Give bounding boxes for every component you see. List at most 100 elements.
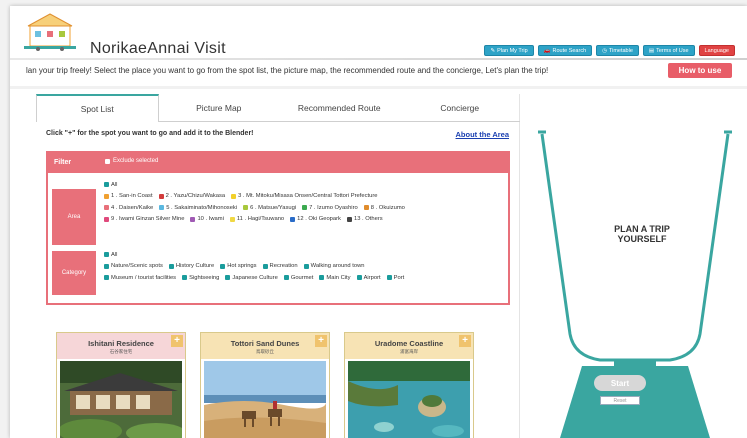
card-title: Ishitani Residence xyxy=(88,339,154,348)
category-option-label: Hot springs xyxy=(227,263,257,270)
area-option[interactable]: 5 . Sakaiminato/Mihonoseki xyxy=(159,205,237,211)
checkbox-icon xyxy=(104,205,109,211)
category-option[interactable]: Nature/Scenic spots xyxy=(104,263,163,269)
checkbox-icon xyxy=(104,252,109,258)
checkbox-icon xyxy=(363,205,369,211)
area-option[interactable]: 10 . Iwami xyxy=(190,216,224,222)
area-row: 4 . Daisen/Kaike 5 . Sakaiminato/Mihonose… xyxy=(104,202,405,214)
area-option[interactable]: 12 . Oki Geopark xyxy=(290,216,341,222)
area-option-label: 1 . San-in Coast xyxy=(111,193,153,200)
area-option[interactable]: 2 . Yazu/Chizu/Wakasa xyxy=(158,193,225,199)
checkbox-icon xyxy=(104,193,109,199)
spot-card-uradome[interactable]: Uradome Coastline 浦富海岸 + xyxy=(344,332,474,438)
category-option[interactable]: Airport xyxy=(356,275,381,281)
category-option[interactable]: Recreation xyxy=(262,263,298,270)
add-spot-button[interactable]: + xyxy=(315,335,327,347)
area-option[interactable]: 4 . Daisen/Kaike xyxy=(104,205,153,211)
trip-blender: PLAN A TRIP YOURSELF Start Reset xyxy=(522,94,747,438)
timetable-button[interactable]: ◷ Timetable xyxy=(596,45,639,56)
category-option-label: Recreation xyxy=(269,263,298,270)
card-title: Tottori Sand Dunes xyxy=(230,339,300,348)
tab-recommended-route[interactable]: Recommended Route xyxy=(279,94,400,121)
category-option[interactable]: All xyxy=(104,252,117,258)
category-option[interactable]: Walking around town xyxy=(303,263,365,270)
area-option-label: 8 . Okuizumo xyxy=(370,204,405,211)
clock-icon: ◷ xyxy=(602,47,607,54)
area-option[interactable]: 9 . Iwami Ginzan Silver Mine xyxy=(104,216,184,222)
screen-frame: NorikaeAnnai Visit ✎ Plan My Trip 🚗 Rout… xyxy=(0,0,747,438)
header-divider xyxy=(10,58,747,60)
about-the-area-link[interactable]: About the Area xyxy=(456,130,509,139)
page: NorikaeAnnai Visit ✎ Plan My Trip 🚗 Rout… xyxy=(10,6,747,438)
car-icon: 🚗 xyxy=(543,47,551,54)
start-button[interactable]: Start xyxy=(594,375,646,391)
checkbox-icon xyxy=(168,263,174,269)
category-option[interactable]: Museum / tourist facilities xyxy=(104,275,176,281)
add-spot-button[interactable]: + xyxy=(171,335,183,347)
checkbox-icon xyxy=(231,193,237,199)
language-button[interactable]: Language xyxy=(698,45,735,56)
area-option-label: 7 . Izumo Oyashiro xyxy=(309,204,358,211)
japanese-house-image xyxy=(60,361,182,438)
area-option[interactable]: 7 . Izumo Oyashiro xyxy=(302,205,358,211)
checkbox-icon xyxy=(190,216,196,222)
category-option[interactable]: Main City xyxy=(319,275,351,281)
category-option-label: Japanese Culture xyxy=(232,274,278,281)
card-header: Ishitani Residence 石谷家住宅 xyxy=(57,333,185,359)
area-row: 1 . San-in Coast 2 . Yazu/Chizu/Wakasa 3 .… xyxy=(104,191,405,203)
area-option[interactable]: 1 . San-in Coast xyxy=(104,193,153,199)
area-option[interactable]: 13 . Others xyxy=(346,216,383,222)
category-option[interactable]: History Culture xyxy=(168,263,214,269)
area-option-label: 4 . Daisen/Kaike xyxy=(111,204,154,211)
card-subtitle: 石谷家住宅 xyxy=(109,349,133,354)
category-option-label: All xyxy=(111,251,118,258)
category-option[interactable]: Port xyxy=(386,275,404,281)
tab-concierge[interactable]: Concierge xyxy=(400,94,521,121)
area-option[interactable]: 6 . Matsue/Yasugi xyxy=(243,205,296,211)
spot-card-tottori-dunes[interactable]: Tottori Sand Dunes 鳥取砂丘 + xyxy=(200,332,330,438)
area-option-label: 11 . Hagi/Tsuwano xyxy=(236,216,285,223)
plan-my-trip-button[interactable]: ✎ Plan My Trip xyxy=(484,45,534,56)
category-row: Museum / tourist facilities Sightseeing Ja… xyxy=(104,272,404,284)
reset-button[interactable]: Reset xyxy=(600,396,640,405)
route-search-button[interactable]: 🚗 Route Search xyxy=(537,45,593,56)
card-header: Tottori Sand Dunes 鳥取砂丘 xyxy=(201,333,329,359)
terms-of-use-button[interactable]: ▤ Terms of Use xyxy=(642,45,695,56)
category-row: All xyxy=(104,249,404,261)
area-option-label: All xyxy=(111,181,118,188)
card-subtitle: 浦富海岸 xyxy=(400,349,418,354)
category-option[interactable]: Gourmet xyxy=(283,275,313,281)
area-option[interactable]: 3 . Mt. Mitoku/Misasa Onsen/Central Tott… xyxy=(231,193,377,199)
checkbox-icon xyxy=(386,275,392,281)
coastline-image xyxy=(348,361,470,438)
add-spot-button[interactable]: + xyxy=(459,335,471,347)
area-option[interactable]: 8 . Okuizumo xyxy=(363,204,405,211)
spot-card-ishitani[interactable]: Ishitani Residence 石谷家住宅 + xyxy=(56,332,186,438)
area-option[interactable]: All xyxy=(104,182,117,188)
top-nav: ✎ Plan My Trip 🚗 Route Search ◷ Timetabl… xyxy=(484,45,735,56)
exclude-selected-checkbox[interactable]: Exclude selected xyxy=(105,158,158,164)
category-option-label: Sightseeing xyxy=(189,274,220,281)
logo-icon[interactable] xyxy=(24,12,76,52)
checkbox-icon xyxy=(229,216,235,222)
category-option[interactable]: Japanese Culture xyxy=(225,274,278,281)
checkbox-icon xyxy=(182,275,188,281)
area-option-label: 12 . Oki Geopark xyxy=(297,216,341,223)
sand-dunes-image xyxy=(204,361,326,438)
category-option-label: Museum / tourist facilities xyxy=(111,274,177,281)
category-option-label: Walking around town xyxy=(310,263,365,270)
checkbox-icon xyxy=(290,216,296,222)
checkbox-icon xyxy=(159,205,165,211)
tab-bar: Spot List Picture Map Recommended Route … xyxy=(36,94,520,122)
area-option[interactable]: 11 . Hagi/Tsuwano xyxy=(229,216,285,223)
category-option[interactable]: Hot springs xyxy=(220,263,257,270)
area-row: 9 . Iwami Ginzan Silver Mine 10 . Iwami 11… xyxy=(104,214,405,226)
tab-picture-map[interactable]: Picture Map xyxy=(159,94,280,121)
how-to-use-button[interactable]: How to use xyxy=(668,63,732,78)
checkbox-icon xyxy=(158,193,164,199)
tab-spot-list[interactable]: Spot List xyxy=(36,94,159,122)
filter-panel: Filter Exclude selected Area All 1 . San-… xyxy=(46,151,510,305)
category-option[interactable]: Sightseeing xyxy=(182,275,219,281)
tagline: lan your trip freely! Select the place y… xyxy=(26,66,549,75)
content-divider xyxy=(10,86,747,89)
